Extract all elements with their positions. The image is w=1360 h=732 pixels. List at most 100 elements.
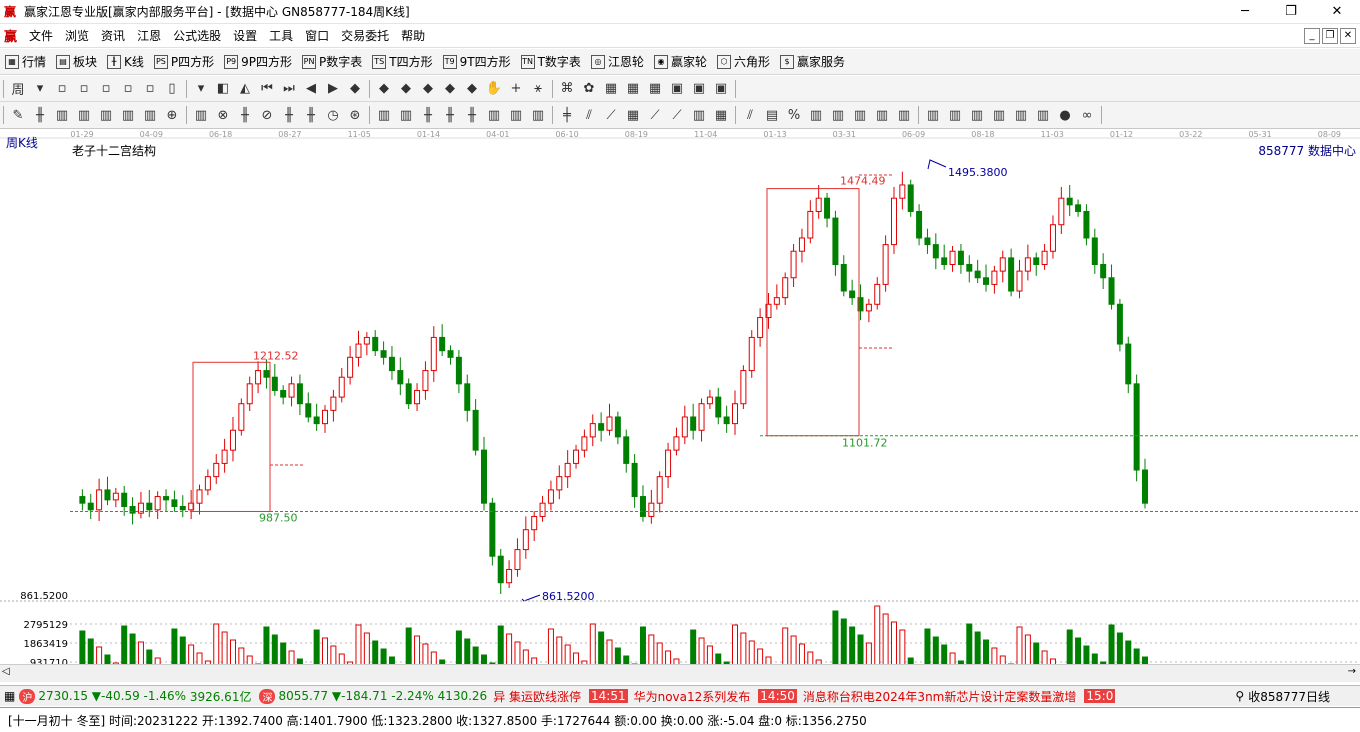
tool-icon[interactable]: ▥ [396,105,416,125]
tool-icon[interactable]: ▦ [645,79,665,99]
news-item[interactable]: 消息称台积电2024年3nm新芯片设计定案数量激增 [803,688,1076,705]
toolbar-button[interactable]: TN T数字表 [516,50,586,74]
tool-icon[interactable]: ▥ [506,105,526,125]
menu-file[interactable]: 文件 [23,27,59,44]
menu-settings[interactable]: 设置 [227,27,263,44]
scroll-right-icon[interactable]: → [1348,666,1356,677]
tool-icon[interactable]: ▦ [601,79,621,99]
tool-icon[interactable]: ⊕ [162,105,182,125]
tool-icon[interactable]: ▥ [52,105,72,125]
kline-chart[interactable]: 01-29 04-09 06-18 08-27 11-05 01-14 04-01 06-10… [0,129,1360,683]
tool-icon[interactable]: ╫ [462,105,482,125]
tool-icon[interactable]: ⌘ [557,79,577,99]
tool-icon[interactable]: ✿ [579,79,599,99]
grid-icon[interactable]: ▦ [4,689,15,703]
toolbar-button[interactable]: PN P数字表 [297,50,367,74]
menu-info[interactable]: 资讯 [95,27,131,44]
tool-icon[interactable]: ⊛ [345,105,365,125]
toolbar-button[interactable]: ▤ 板块 [51,50,102,74]
tool-icon[interactable]: ⟋ [645,105,665,125]
tool-icon[interactable]: ▣ [667,79,687,99]
tool-icon[interactable]: ▥ [828,105,848,125]
tool-icon[interactable]: ⟋ [667,105,687,125]
menu-trade[interactable]: 交易委托 [335,27,395,44]
tool-icon[interactable]: ⫽ [579,105,599,125]
tool-icon[interactable]: ╫ [440,105,460,125]
toolbar-button[interactable]: ▦ 行情 [0,50,51,74]
tool-icon[interactable]: ▫ [140,79,160,99]
tool-icon[interactable]: ◀ [301,79,321,99]
tool-icon[interactable]: ⊗ [213,105,233,125]
tool-icon[interactable]: ✎ [8,105,28,125]
tool-icon[interactable]: ▥ [118,105,138,125]
tool-icon[interactable]: ▯ [162,79,182,99]
toolbar-button[interactable]: ◎ 江恩轮 [586,50,649,74]
tool-icon[interactable]: ▥ [96,105,116,125]
tool-icon[interactable]: ⏭ [279,79,299,99]
news-item[interactable]: 异 集运欧线涨停 [493,688,581,705]
tool-icon[interactable]: % [784,105,804,125]
tool-icon[interactable]: ╫ [279,105,299,125]
menu-gann[interactable]: 江恩 [131,27,167,44]
tool-icon[interactable]: ▥ [872,105,892,125]
tool-icon[interactable]: ▥ [191,105,211,125]
tool-icon[interactable]: ╫ [30,105,50,125]
toolbar-button[interactable]: ⬡ 六角形 [712,50,775,74]
tool-icon[interactable]: ◆ [418,79,438,99]
tool-icon[interactable]: ▥ [528,105,548,125]
tool-icon[interactable]: ◧ [213,79,233,99]
tool-icon[interactable]: ⏮ [257,79,277,99]
tool-icon[interactable]: ▣ [711,79,731,99]
tool-icon[interactable]: ▥ [74,105,94,125]
tool-icon[interactable]: ▫ [74,79,94,99]
tool-icon[interactable]: ▥ [850,105,870,125]
tool-icon[interactable]: ▥ [967,105,987,125]
tool-icon[interactable]: ▥ [923,105,943,125]
tool-icon[interactable]: ╪ [557,105,577,125]
toolbar-button[interactable]: ╫ K线 [102,50,149,74]
tool-icon[interactable]: ◆ [345,79,365,99]
tool-icon[interactable]: ⊘ [257,105,277,125]
menu-window[interactable]: 窗口 [299,27,335,44]
tool-icon[interactable]: ╫ [418,105,438,125]
horizontal-scrollbar[interactable]: ◁ → [0,664,1360,682]
chart-area[interactable]: 01-29 04-09 06-18 08-27 11-05 01-14 04-01 06-10… [0,129,1360,683]
mdi-minimize-button[interactable]: _ [1304,27,1320,44]
maximize-button[interactable]: ❐ [1268,0,1314,24]
tool-icon[interactable]: ◷ [323,105,343,125]
menu-browse[interactable]: 浏览 [59,27,95,44]
tool-icon[interactable]: ▫ [96,79,116,99]
daily-line-label-wrap[interactable]: ⚲ 收858777日线 [1229,686,1360,706]
tool-icon[interactable]: ▶ [323,79,343,99]
toolbar-button[interactable]: T9 9T四方形 [438,50,516,74]
tool-icon[interactable]: ▤ [762,105,782,125]
tool-icon[interactable]: ▥ [374,105,394,125]
tool-icon[interactable]: ▦ [623,79,643,99]
tool-icon[interactable]: ◆ [462,79,482,99]
menu-help[interactable]: 帮助 [395,27,431,44]
tool-icon[interactable]: 周 [8,79,28,99]
tool-icon[interactable]: ▥ [689,105,709,125]
mdi-restore-button[interactable]: ❐ [1322,27,1338,44]
tool-icon[interactable]: ▾ [30,79,50,99]
tool-icon[interactable]: ⫽ [740,105,760,125]
tool-icon[interactable]: ▥ [1011,105,1031,125]
tool-icon[interactable]: ▥ [989,105,1009,125]
tool-icon[interactable]: ◆ [396,79,416,99]
minimize-button[interactable]: ─ [1222,0,1268,24]
tool-icon[interactable]: ◆ [374,79,394,99]
scroll-left-icon[interactable]: ◁ [2,666,10,677]
tool-icon[interactable]: ▫ [52,79,72,99]
toolbar-button[interactable]: ◉ 赢家轮 [649,50,712,74]
tool-icon[interactable]: ● [1055,105,1075,125]
mdi-close-button[interactable]: ✕ [1340,27,1356,44]
tool-icon[interactable]: ∞ [1077,105,1097,125]
tool-icon[interactable]: ▥ [484,105,504,125]
tool-icon[interactable]: ⟋ [601,105,621,125]
tool-icon[interactable]: + [506,79,526,99]
toolbar-button[interactable]: $ 赢家服务 [775,50,850,74]
tool-icon[interactable]: ◭ [235,79,255,99]
toolbar-button[interactable]: PS P四方形 [149,50,219,74]
tool-icon[interactable]: ▥ [1033,105,1053,125]
news-item[interactable]: 华为nova12系列发布 [634,688,751,705]
